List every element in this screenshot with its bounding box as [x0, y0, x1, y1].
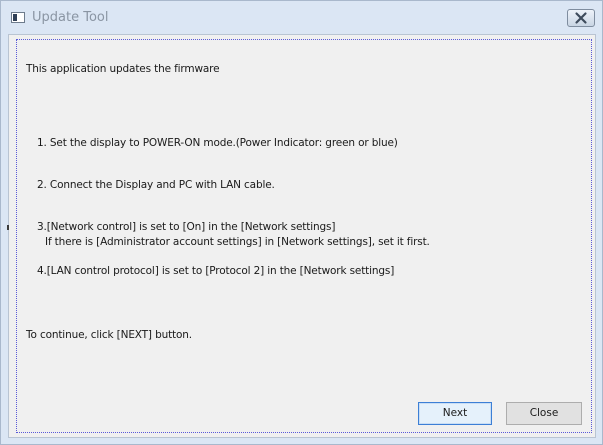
edge-marker — [7, 225, 9, 230]
continue-instruction: To continue, click [NEXT] button. — [26, 329, 192, 341]
step-3-note: If there is [Administrator account setti… — [45, 236, 430, 248]
step-2: 2. Connect the Display and PC with LAN c… — [37, 179, 275, 191]
close-button[interactable]: Close — [506, 402, 582, 425]
step-4: 4.[LAN control protocol] is set to [Prot… — [37, 265, 395, 277]
window-close-button[interactable] — [567, 9, 595, 27]
step-3: 3.[Network control] is set to [On] in th… — [37, 221, 336, 233]
intro-text: This application updates the firmware — [26, 63, 220, 75]
step-1: 1. Set the display to POWER-ON mode.(Pow… — [37, 137, 398, 149]
app-window-icon — [11, 12, 25, 23]
window-title: Update Tool — [32, 10, 109, 25]
update-tool-window: Update Tool This application updates the… — [0, 0, 603, 445]
close-icon — [575, 12, 587, 24]
next-button[interactable]: Next — [418, 402, 492, 425]
title-bar[interactable]: Update Tool — [1, 1, 602, 35]
